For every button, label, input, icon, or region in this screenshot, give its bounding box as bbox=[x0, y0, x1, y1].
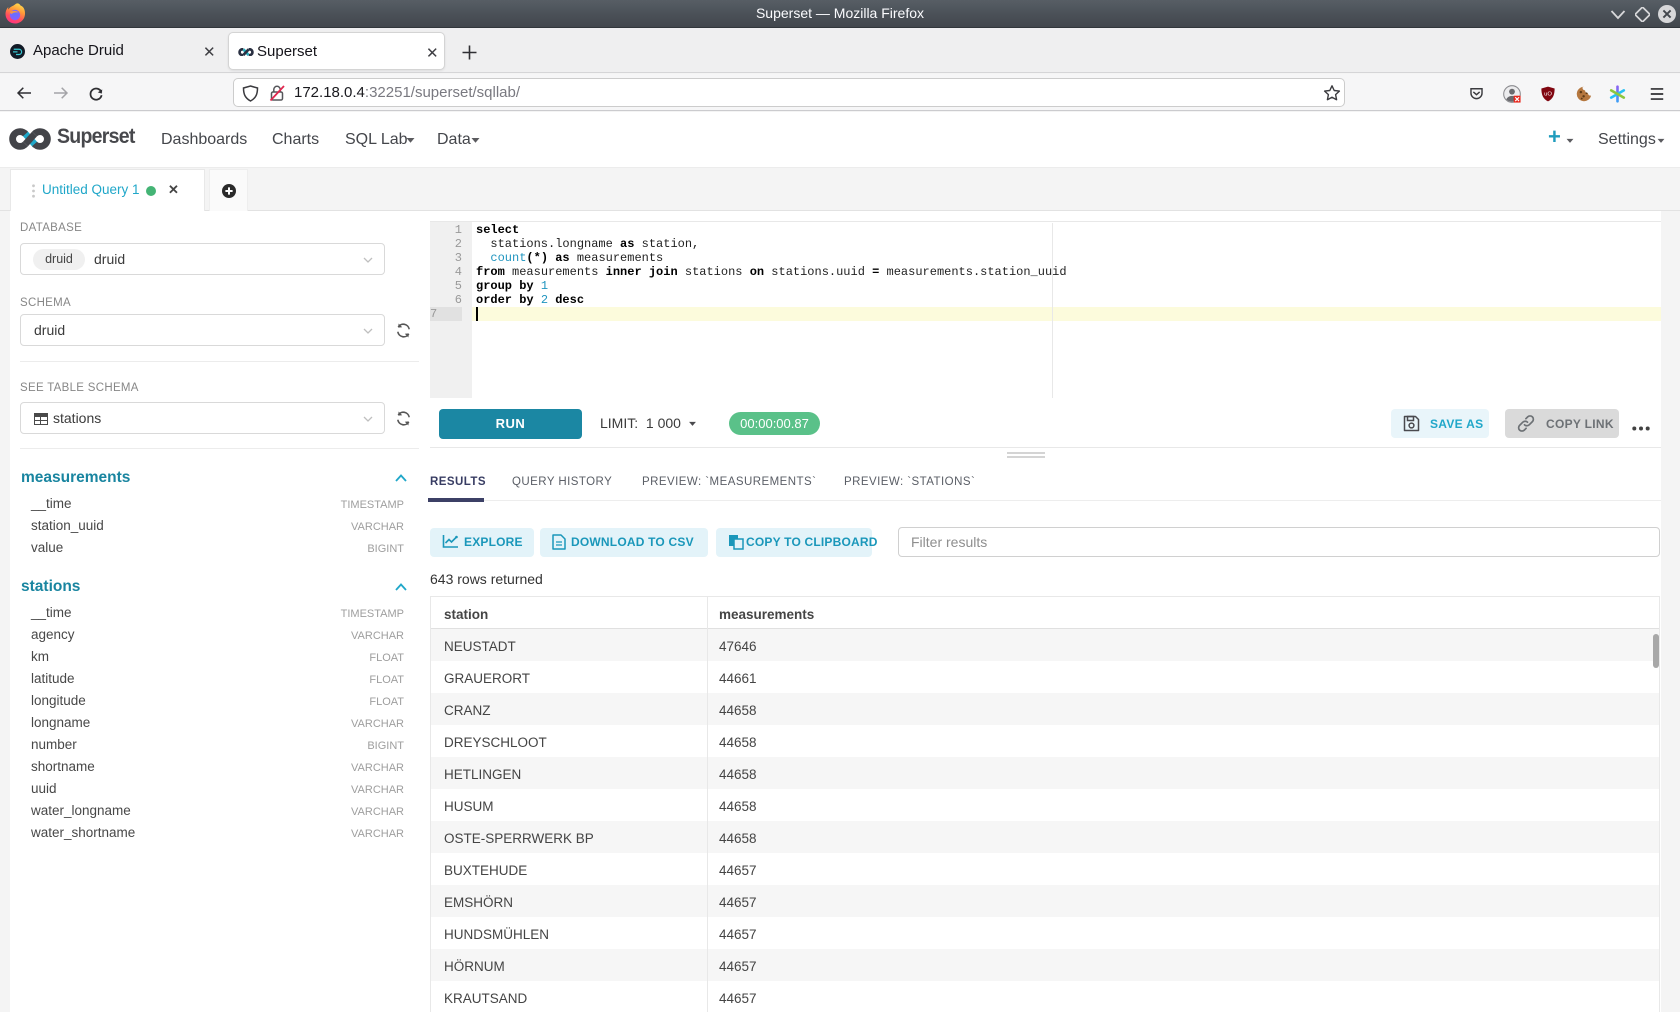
svg-text:uO: uO bbox=[1544, 91, 1552, 97]
